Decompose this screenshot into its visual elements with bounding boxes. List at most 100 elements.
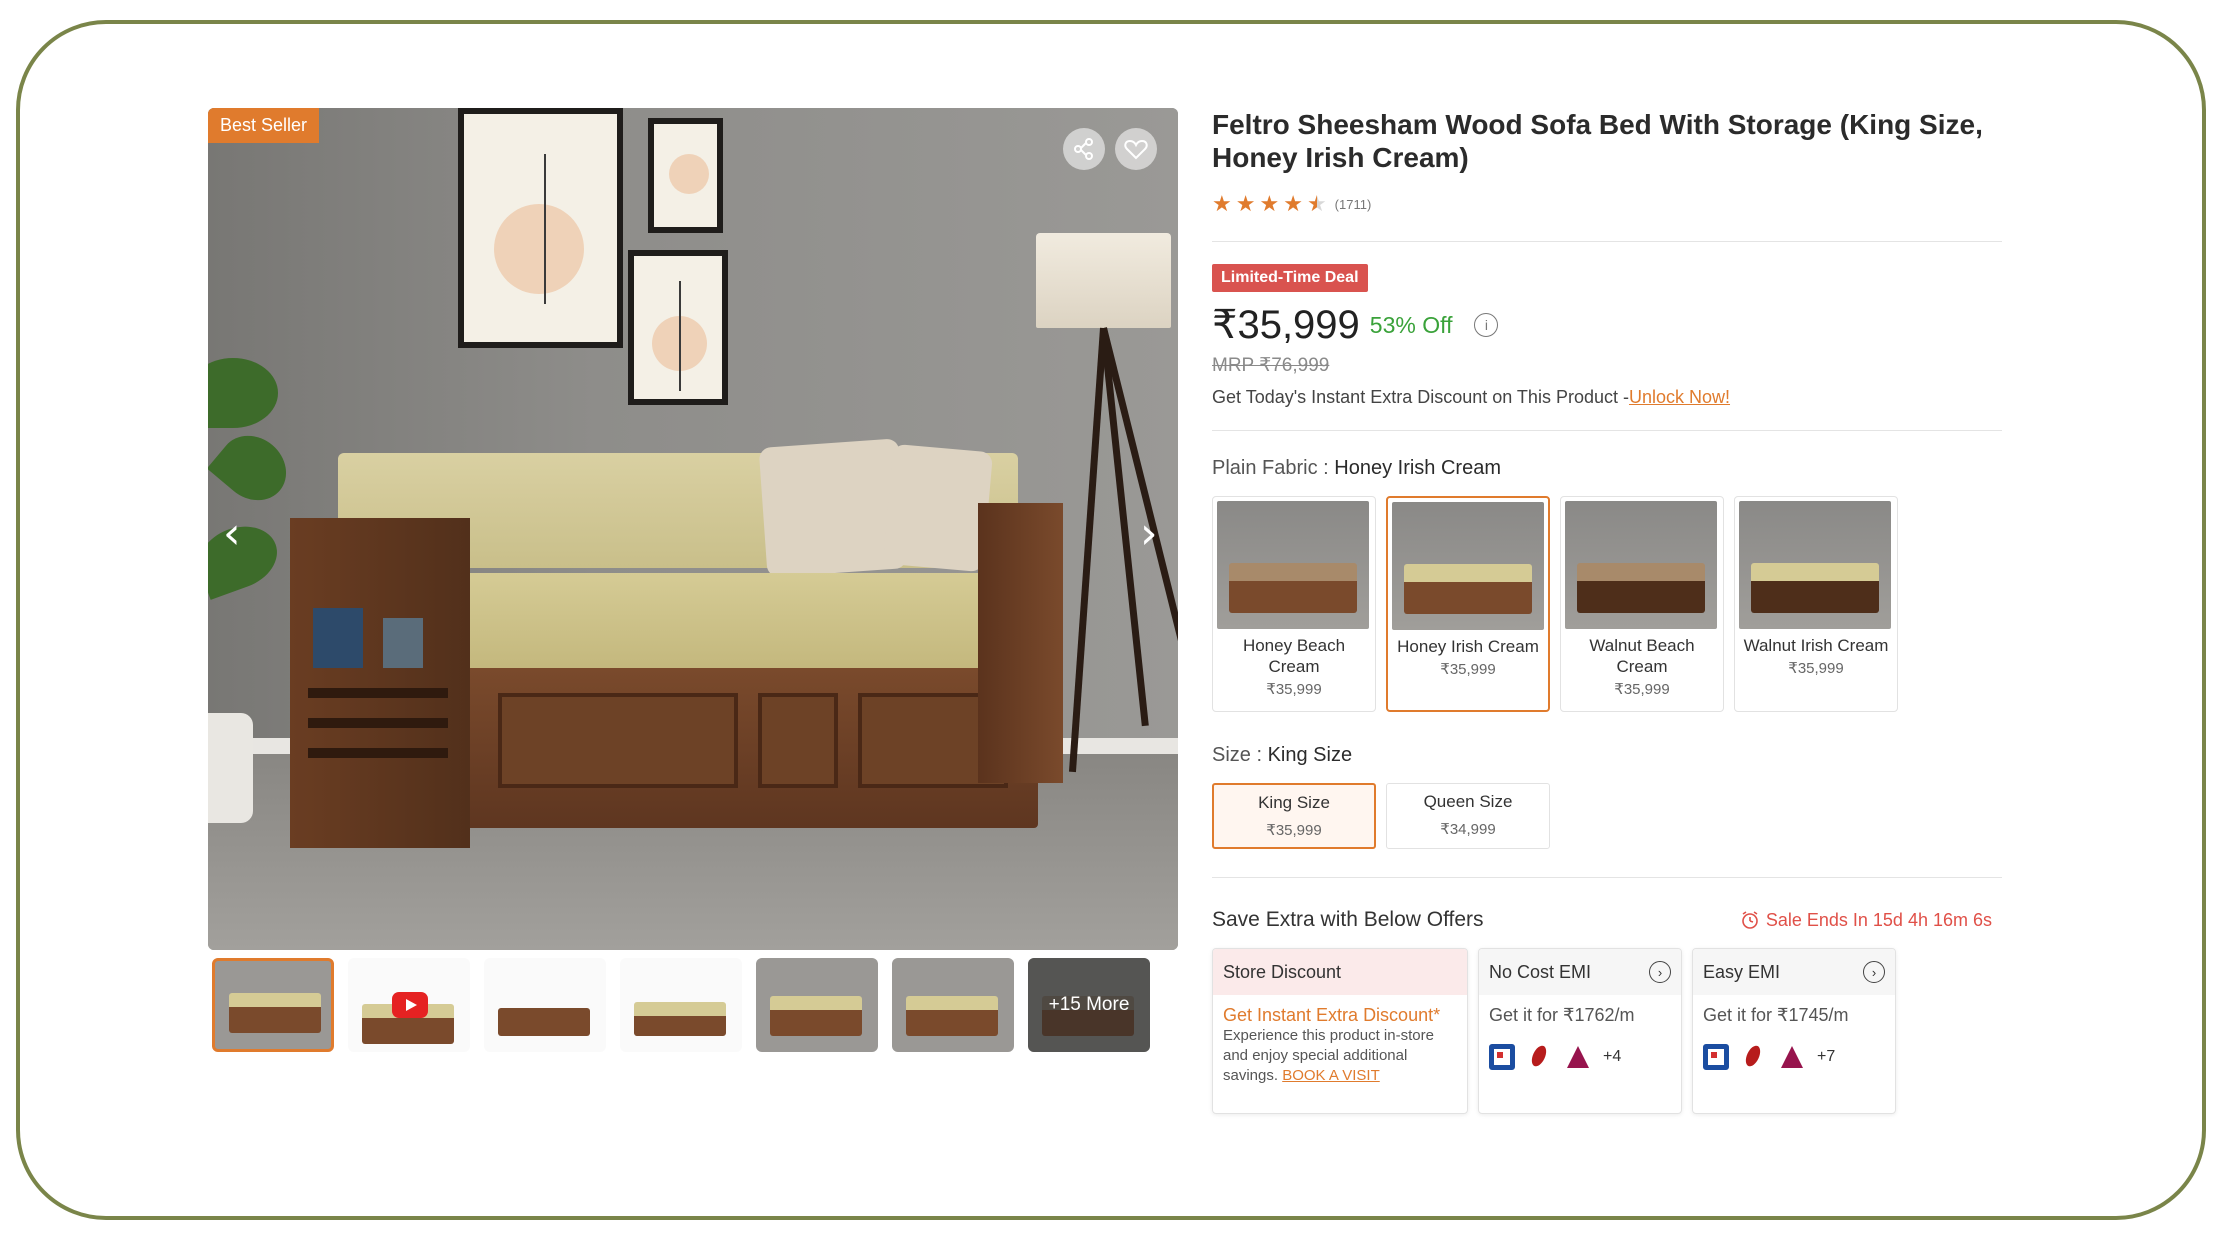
- fabric-option-price: ₹35,999: [1614, 681, 1670, 698]
- heart-icon: [1124, 139, 1148, 160]
- divider: [1212, 877, 2002, 878]
- floor-lamp-shade: [1036, 233, 1171, 328]
- size-options: King Size ₹35,999 Queen Size ₹34,999: [1212, 783, 2002, 849]
- size-label-text: Size :: [1212, 744, 1268, 766]
- size-option-name: Queen Size: [1423, 792, 1513, 811]
- emi-amount: Get it for ₹1762/m: [1489, 1005, 1635, 1025]
- thumbnail-more[interactable]: +15 More: [1028, 958, 1150, 1052]
- fabric-option-price: ₹35,999: [1788, 660, 1844, 677]
- thumbnail-5[interactable]: [756, 958, 878, 1052]
- divider: [1212, 241, 2002, 242]
- size-option[interactable]: Queen Size ₹34,999: [1386, 783, 1550, 849]
- unlock-now-link[interactable]: Unlock Now!: [1629, 387, 1730, 407]
- mrp-price: MRP ₹76,999: [1212, 355, 1330, 376]
- icici-bank-icon: [1741, 1044, 1767, 1070]
- hdfc-bank-icon: [1703, 1044, 1729, 1070]
- offer-cards: Store Discount Get Instant Extra Discoun…: [1212, 948, 2002, 1114]
- product-info: Feltro Sheesham Wood Sofa Bed With Stora…: [1212, 108, 2002, 1114]
- arm-slot: [308, 718, 448, 728]
- wall-art-large: [458, 108, 623, 348]
- hdfc-bank-icon: [1489, 1044, 1515, 1070]
- store-discount-card[interactable]: Store Discount Get Instant Extra Discoun…: [1212, 948, 1468, 1114]
- size-selected: King Size: [1267, 744, 1353, 766]
- axis-bank-icon: [1565, 1044, 1591, 1070]
- thumbnail-6[interactable]: [892, 958, 1014, 1052]
- fabric-option[interactable]: Honey Beach Cream ₹35,999: [1212, 496, 1376, 712]
- card-title: Store Discount: [1213, 949, 1467, 995]
- rating-count: (1711): [1334, 197, 1372, 212]
- bank-logos: +7: [1703, 1044, 1885, 1070]
- fabric-option[interactable]: Walnut Irish Cream ₹35,999: [1734, 496, 1898, 712]
- fabric-option-name: Walnut Irish Cream: [1743, 636, 1889, 655]
- product-main-image[interactable]: Best Seller ‹ ›: [208, 108, 1178, 950]
- chevron-right-icon[interactable]: ›: [1863, 961, 1885, 983]
- star-icon: ★: [1259, 192, 1280, 217]
- star-icon: ★: [1283, 192, 1303, 217]
- chevron-right-icon[interactable]: ›: [1649, 961, 1671, 983]
- fabric-thumbnail: [1565, 501, 1717, 629]
- emi-amount: Get it for ₹1745/m: [1703, 1005, 1849, 1025]
- extra-discount-label: Get Today's Instant Extra Discount on Th…: [1212, 387, 1629, 407]
- more-banks-count: +7: [1817, 1048, 1836, 1065]
- product-title: Feltro Sheesham Wood Sofa Bed With Stora…: [1212, 109, 1983, 173]
- best-seller-badge: Best Seller: [208, 108, 320, 143]
- share-button[interactable]: [1063, 128, 1105, 170]
- thumbnail-3[interactable]: [484, 958, 606, 1052]
- size-option-name: King Size: [1258, 793, 1330, 812]
- half-star-icon: ★: [1306, 192, 1327, 217]
- more-banks-count: +4: [1603, 1048, 1622, 1065]
- discount-percent: 53% Off: [1369, 311, 1453, 338]
- fabric-thumbnail: [1739, 501, 1891, 629]
- fabric-thumbnail: [1392, 502, 1544, 630]
- plant-pot: [208, 713, 253, 823]
- share-icon: [1074, 138, 1093, 160]
- limited-deal-badge: Limited-Time Deal: [1212, 264, 1368, 292]
- wall-art-small-bottom: [628, 250, 728, 405]
- star-icon: ★: [1212, 192, 1232, 217]
- fabric-options: Honey Beach Cream ₹35,999 Honey Irish Cr…: [1212, 496, 2002, 712]
- gallery-next-arrow[interactable]: ›: [1140, 508, 1158, 559]
- wishlist-button[interactable]: [1115, 128, 1157, 170]
- divider: [1212, 430, 2002, 431]
- sale-timer: Sale Ends In 15d 4h 16m 6s: [1740, 910, 1992, 931]
- sofa-arm-left: [290, 518, 470, 848]
- bank-logos: +4: [1489, 1044, 1671, 1070]
- fabric-option-price: ₹35,999: [1266, 681, 1322, 698]
- sofa-arm-right: [978, 503, 1063, 783]
- play-icon: [392, 992, 428, 1018]
- star-icon: ★: [1235, 192, 1256, 217]
- size-option-selected[interactable]: King Size ₹35,999: [1212, 783, 1376, 849]
- alarm-clock-icon: [1742, 911, 1758, 929]
- store-discount-highlight: Get Instant Extra Discount*: [1223, 1005, 1441, 1025]
- current-price: ₹35,999: [1212, 303, 1360, 347]
- axis-bank-icon: [1779, 1044, 1805, 1070]
- offers-header: Save Extra with Below Offers Sale Ends I…: [1212, 908, 1992, 932]
- size-label: Size : King Size: [1212, 744, 2002, 767]
- icici-bank-icon: [1527, 1044, 1553, 1070]
- sofa-seat: [458, 573, 1028, 673]
- fabric-thumbnail: [1217, 501, 1369, 629]
- fabric-option-name: Walnut Beach Cream: [1589, 636, 1695, 676]
- book-visit-link[interactable]: BOOK A VISIT: [1282, 1067, 1380, 1084]
- fabric-option-selected[interactable]: Honey Irish Cream ₹35,999: [1386, 496, 1550, 712]
- product-rating[interactable]: ★ ★ ★ ★ ★ (1711): [1212, 192, 2002, 217]
- book: [383, 618, 423, 668]
- thumbnail-video[interactable]: [348, 958, 470, 1052]
- price-info-icon[interactable]: i: [1474, 313, 1499, 337]
- thumbnail-1[interactable]: [212, 958, 334, 1052]
- size-option-price: ₹35,999: [1266, 822, 1322, 839]
- thumbnail-4[interactable]: [620, 958, 742, 1052]
- easy-emi-card[interactable]: Easy EMI › Get it for ₹1745/m +7: [1692, 948, 1896, 1114]
- arm-slot: [308, 748, 448, 758]
- card-title: No Cost EMI: [1489, 961, 1592, 982]
- store-discount-text: Experience this product in-store and enj…: [1223, 1027, 1434, 1084]
- pillow: [882, 443, 994, 573]
- no-cost-emi-card[interactable]: No Cost EMI › Get it for ₹1762/m +4: [1478, 948, 1682, 1114]
- sale-timer-text: Sale Ends In 15d 4h 16m 6s: [1765, 909, 1992, 930]
- sofa-drawer: [498, 693, 738, 788]
- fabric-option[interactable]: Walnut Beach Cream ₹35,999: [1560, 496, 1724, 712]
- arm-slot: [308, 688, 448, 698]
- gallery-prev-arrow[interactable]: ‹: [223, 508, 241, 559]
- size-option-price: ₹34,999: [1440, 821, 1496, 838]
- wall-art-small-top: [648, 118, 723, 233]
